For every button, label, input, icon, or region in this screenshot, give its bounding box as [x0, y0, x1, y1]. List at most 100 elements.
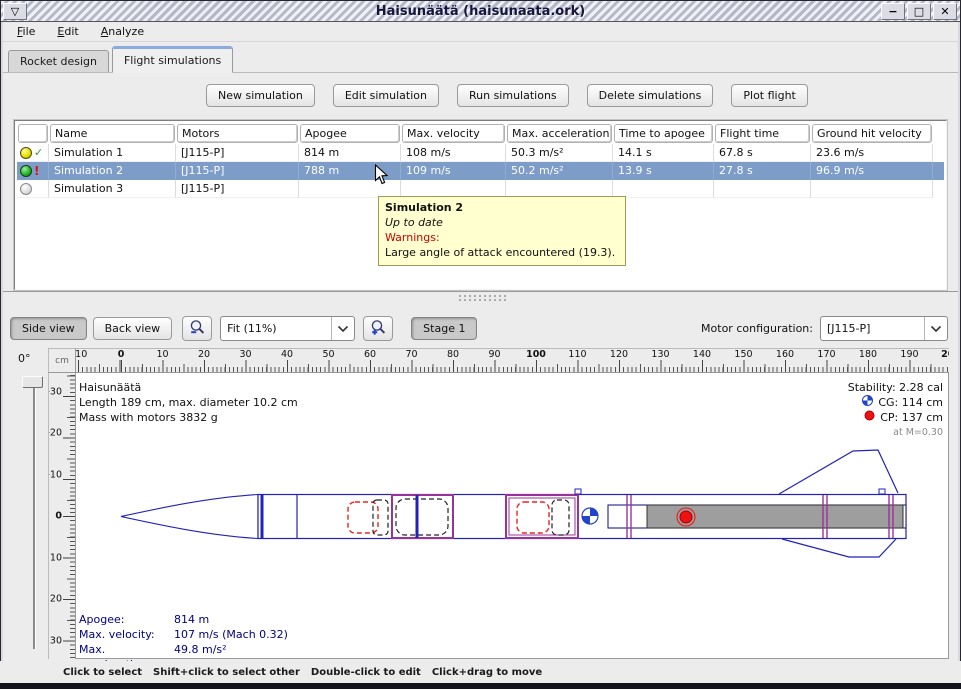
- rotation-slider-handle[interactable]: [22, 376, 43, 388]
- cp-marker-icon: [677, 508, 695, 526]
- split-divider[interactable]: [3, 291, 958, 302]
- rocket-name: Haisunäätä: [79, 380, 298, 395]
- column-header-name[interactable]: Name: [50, 124, 175, 143]
- back-view-button[interactable]: Back view: [93, 317, 173, 340]
- launch-lug-1[interactable]: [575, 489, 581, 494]
- launch-lug-2[interactable]: [879, 489, 885, 494]
- delete-simulations-button[interactable]: Delete simulations: [587, 84, 714, 107]
- minimize-button[interactable]: −: [881, 3, 905, 20]
- column-header-motors[interactable]: Motors: [177, 124, 298, 143]
- checkmark-icon: ✓: [34, 147, 43, 159]
- cell-name: Simulation 1: [49, 144, 176, 162]
- h-ruler-label-70: 70: [405, 349, 417, 360]
- tooltip-title: Simulation 2: [385, 200, 619, 215]
- h-ruler-label-60: 60: [364, 349, 376, 360]
- h-ruler-label-120: 120: [610, 349, 628, 360]
- v-ruler-label--10: -10: [48, 469, 62, 480]
- zoom-in-button[interactable]: [363, 316, 393, 341]
- table-row-simulation-1[interactable]: ✓Simulation 1[J115-P]814 m108 m/s50.3 m/…: [17, 144, 944, 162]
- menu-file[interactable]: File: [14, 24, 38, 39]
- h-ruler-label-110: 110: [568, 349, 586, 360]
- rocket-figure-panel: Haisunäätä Length 189 cm, max. diameter …: [76, 373, 949, 659]
- cell-time-to-apogee: 13.9 s: [613, 162, 714, 180]
- h-ruler-label-0: 0: [118, 349, 125, 360]
- side-view-button[interactable]: Side view: [10, 317, 87, 340]
- v-ruler-label-20: 20: [50, 594, 62, 605]
- cp-value: CP: 137 cm: [880, 410, 943, 425]
- column-header-max-acceleration[interactable]: Max. acceleration: [507, 124, 612, 143]
- rotation-slider-track[interactable]: [33, 381, 36, 649]
- column-header-time-to-apogee[interactable]: Time to apogee: [614, 124, 713, 143]
- hint-double-click-to-edit: Double-click to edit: [311, 667, 421, 678]
- h-ruler-label-100: 100: [526, 349, 546, 360]
- cell-max-acceleration: 50.2 m/s²: [506, 162, 613, 180]
- cg-value: CG: 114 cm: [878, 395, 943, 410]
- application-window: ▽ Haisunäätä (haisunaata.ork) − □ ✕ File…: [0, 0, 961, 689]
- zoom-out-magnifier-icon: [189, 319, 206, 339]
- stage-1-toggle[interactable]: Stage 1: [411, 317, 477, 340]
- hint-click-drag-to-move: Click+drag to move: [432, 667, 542, 678]
- ruler-unit-box: cm: [48, 348, 76, 373]
- menu-analyze[interactable]: Analyze: [98, 24, 147, 39]
- cell-motors: [J115-P]: [176, 144, 299, 162]
- window-menu-button[interactable]: ▽: [3, 3, 27, 20]
- maximize-button[interactable]: □: [907, 3, 931, 20]
- mouse-cursor: [374, 164, 389, 189]
- h-ruler-label-10: 10: [156, 349, 168, 360]
- tab-flight-simulations[interactable]: Flight simulations: [112, 46, 233, 73]
- cell-motors: [J115-P]: [176, 180, 299, 198]
- table-row-simulation-2[interactable]: !Simulation 2[J115-P]788 m109 m/s50.2 m/…: [17, 162, 944, 180]
- flight-info-label: Apogee:: [79, 612, 174, 627]
- cp-icon: [864, 410, 875, 425]
- h-ruler-label-80: 80: [447, 349, 459, 360]
- column-header-apogee[interactable]: Apogee: [300, 124, 400, 143]
- h-ruler-label-130: 130: [651, 349, 669, 360]
- v-ruler-label-10: 10: [50, 552, 62, 563]
- status-ball-green-icon: [20, 165, 32, 177]
- flight-info-label: Max. velocity:: [79, 627, 174, 642]
- motor-configuration-select[interactable]: [J115-P]: [820, 316, 948, 341]
- run-simulations-button[interactable]: Run simulations: [457, 84, 569, 107]
- title-bar[interactable]: ▽ Haisunäätä (haisunaata.ork) − □ ✕: [1, 1, 960, 22]
- minimize-icon: −: [888, 5, 897, 18]
- cell-ground-hit-velocity: [811, 180, 933, 198]
- cell-time-to-apogee: 14.1 s: [613, 144, 714, 162]
- tab-rocket-design[interactable]: Rocket design: [8, 50, 109, 72]
- rocket-info-block: Haisunäätä Length 189 cm, max. diameter …: [79, 380, 298, 425]
- nose-cone[interactable]: [121, 495, 258, 539]
- status-ball-yellow-icon: [20, 147, 32, 159]
- warning-icon: !: [34, 165, 39, 177]
- zoom-out-button[interactable]: [182, 316, 212, 341]
- edit-simulation-button[interactable]: Edit simulation: [333, 84, 439, 107]
- column-header-flight-time[interactable]: Flight time: [715, 124, 810, 143]
- cell-max-velocity: 108 m/s: [401, 144, 506, 162]
- flight-info-value: 107 m/s (Mach 0.32): [174, 627, 288, 642]
- status-cell: ✓: [17, 144, 49, 162]
- zoom-fit-select[interactable]: Fit (11%): [220, 316, 355, 341]
- motor-configuration-value: [J115-P]: [821, 322, 924, 335]
- cell-max-velocity: 109 m/s: [401, 162, 506, 180]
- vertical-ruler: -30-20-100102030: [48, 373, 76, 659]
- rocket-dimensions: Length 189 cm, max. diameter 10.2 cm: [79, 395, 298, 410]
- tooltip-warning-text: Large angle of attack encountered (19.3)…: [385, 245, 619, 260]
- cell-flight-time: 67.8 s: [714, 144, 811, 162]
- divider-grip-icon[interactable]: [459, 295, 507, 302]
- fin-top[interactable]: [779, 450, 898, 494]
- motor-configuration-label: Motor configuration:: [701, 322, 813, 335]
- menu-edit[interactable]: Edit: [54, 24, 81, 39]
- window-title: Haisunäätä (haisunaata.ork): [1, 4, 960, 19]
- column-header-ground-hit-velocity[interactable]: Ground hit velocity: [812, 124, 932, 143]
- fin-bottom[interactable]: [782, 539, 896, 557]
- cell-ground-hit-velocity: 96.9 m/s: [811, 162, 933, 180]
- status-ball-gray-icon: [20, 183, 32, 195]
- chevron-down-icon: [331, 317, 354, 340]
- ruler-unit-label: cm: [55, 356, 69, 366]
- column-header-status[interactable]: [18, 124, 48, 143]
- new-simulation-button[interactable]: New simulation: [206, 84, 315, 107]
- plot-flight-button[interactable]: Plot flight: [731, 84, 807, 107]
- column-header-max-velocity[interactable]: Max. velocity: [402, 124, 505, 143]
- tooltip-state: Up to date: [385, 215, 619, 230]
- close-button[interactable]: ✕: [933, 3, 957, 20]
- rotation-angle-label: 0°: [18, 352, 31, 365]
- tab-bar: Rocket designFlight simulations: [3, 44, 958, 73]
